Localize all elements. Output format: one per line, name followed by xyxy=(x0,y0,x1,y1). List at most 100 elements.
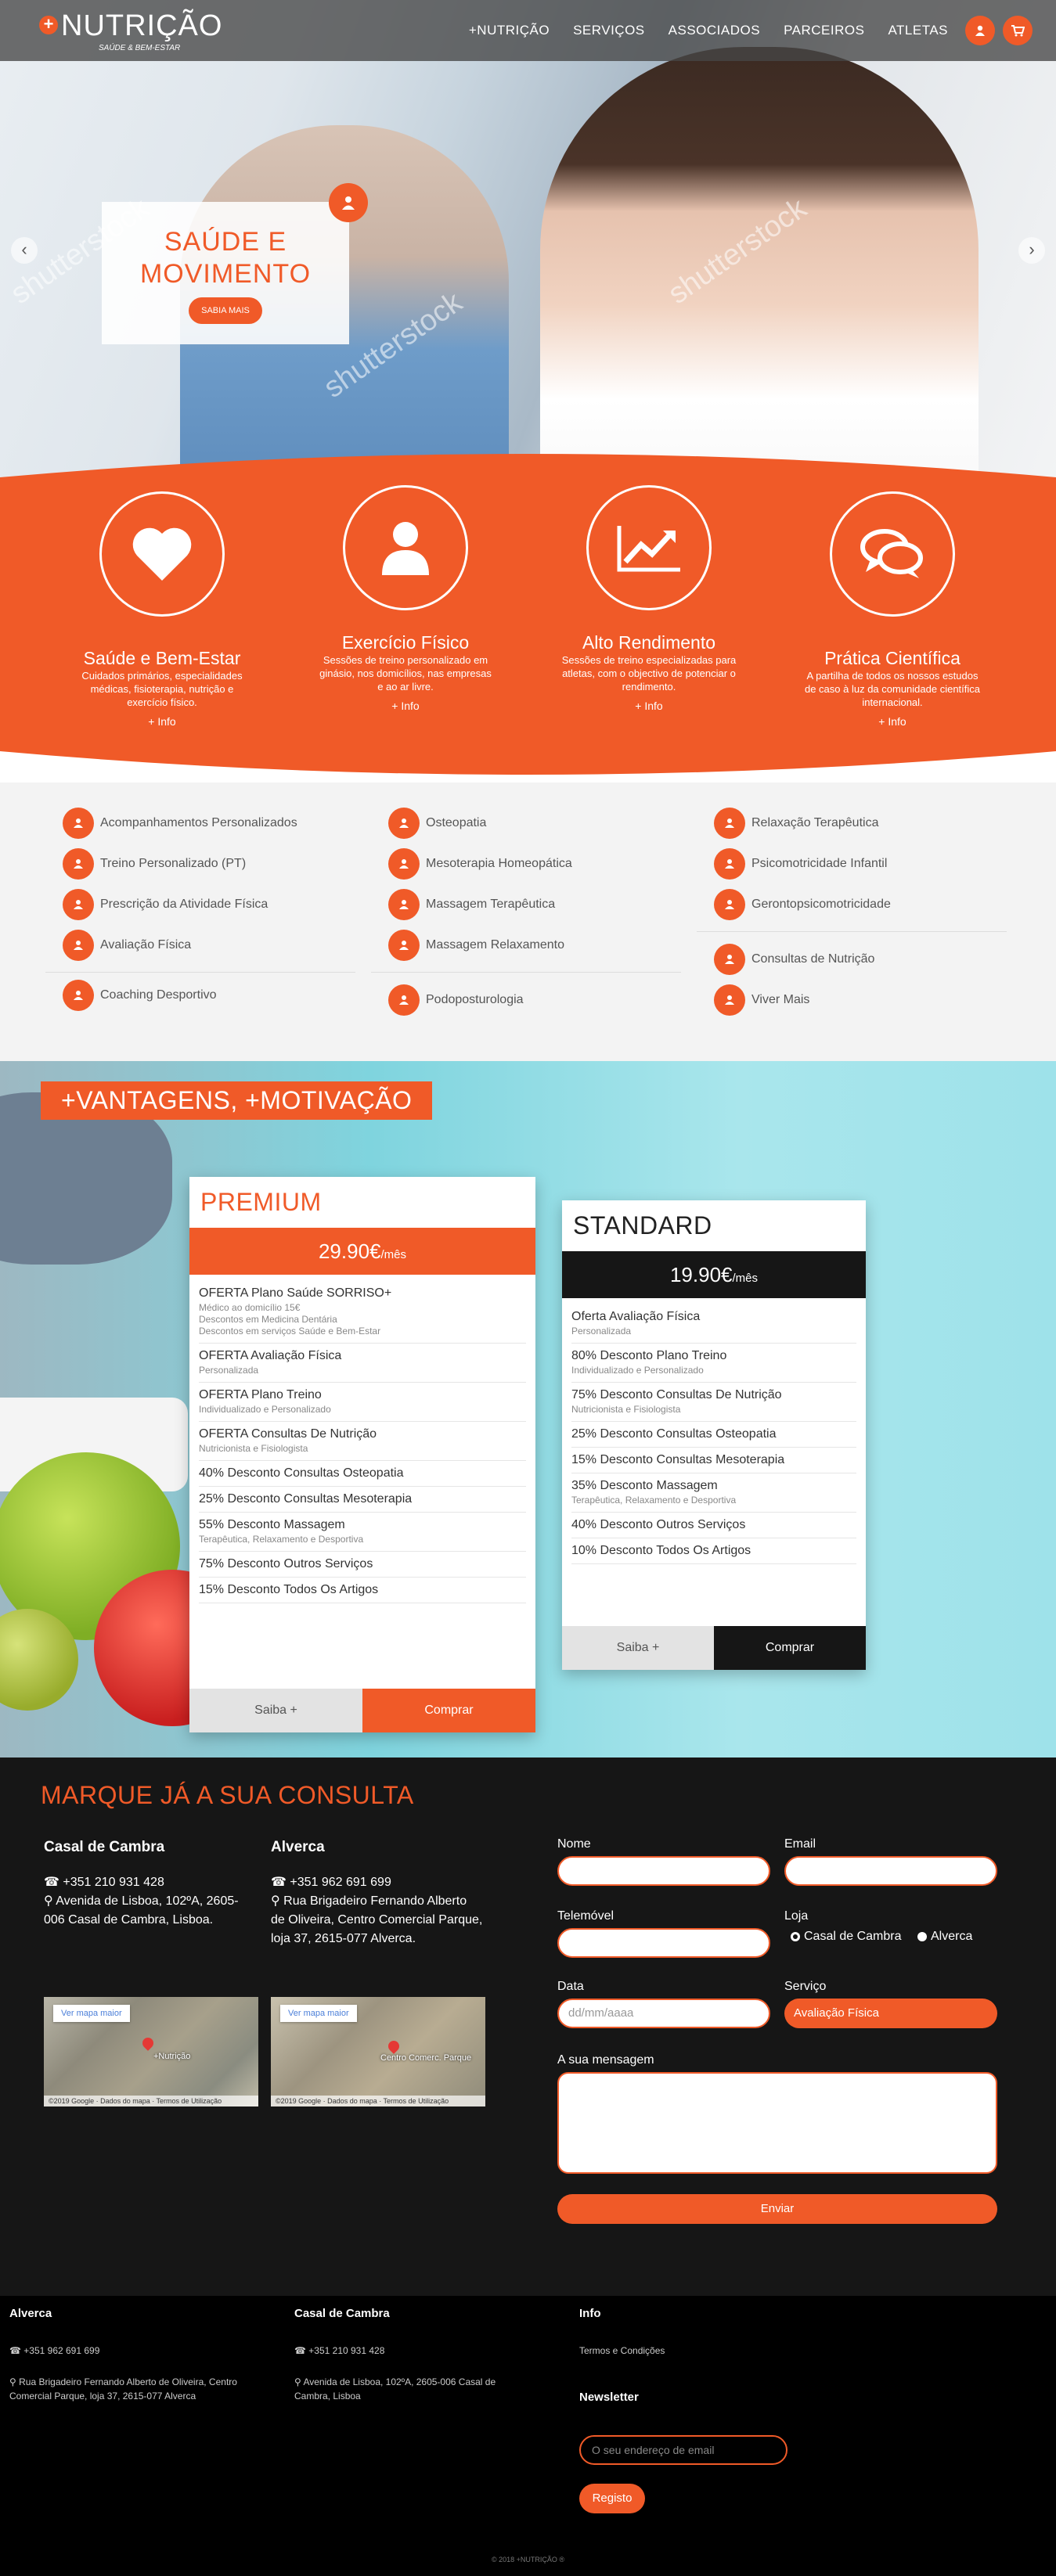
map-larger-button[interactable]: Ver mapa maior xyxy=(280,2005,357,2022)
service-item[interactable]: Massagem Relaxamento xyxy=(388,930,564,961)
slider-next-arrow[interactable]: › xyxy=(1018,237,1045,264)
nav-servicos[interactable]: SERVIÇOS xyxy=(573,23,645,38)
shop-phone: ☎ +351 962 691 699 xyxy=(271,1873,484,1892)
service-item[interactable]: Osteopatia xyxy=(388,808,486,839)
cart-icon[interactable] xyxy=(1003,16,1033,45)
service-item[interactable]: Viver Mais xyxy=(714,984,809,1016)
map-alverca[interactable]: Ver mapa maior Centro Comerc. Parque ©20… xyxy=(271,1997,485,2106)
footer-col-title: Casal de Cambra xyxy=(294,2307,390,2320)
loja-radio-alverca[interactable]: Alverca xyxy=(917,1930,972,1944)
footer-phone: ☎ +351 962 691 699 xyxy=(9,2344,276,2358)
benefit-title: Oferta Avaliação Física xyxy=(571,1310,701,1323)
mensagem-label: A sua mensagem xyxy=(557,2053,654,2067)
user-icon xyxy=(388,930,420,961)
benefit-row: 80% Desconto Plano Treino Individualizado… xyxy=(571,1344,856,1383)
pin-icon: ⚲ xyxy=(271,1894,284,1908)
hero-more-button[interactable]: SABIA MAIS xyxy=(189,297,262,324)
phone-value: +351 962 691 699 xyxy=(23,2345,100,2356)
premium-more-button[interactable]: Saiba + xyxy=(189,1689,362,1732)
service-item[interactable]: Acompanhamentos Personalizados xyxy=(63,808,297,839)
divider xyxy=(371,972,681,973)
benefit-row: 35% Desconto Massagem Terapêutica, Relaxa… xyxy=(571,1473,856,1513)
feature-saude: Saúde e Bem-Estar Cuidados primários, es… xyxy=(52,491,272,728)
service-item[interactable]: Prescrição da Atividade Física xyxy=(63,889,268,920)
shop-name: Alverca xyxy=(271,1839,325,1855)
nav-associados[interactable]: ASSOCIADOS xyxy=(669,23,760,38)
phone-icon: ☎ xyxy=(294,2345,309,2356)
user-icon[interactable] xyxy=(965,16,995,45)
nome-input[interactable] xyxy=(557,1856,770,1886)
phone-value: +351 210 931 428 xyxy=(308,2345,385,2356)
nav-parceiros[interactable]: PARCEIROS xyxy=(784,23,864,38)
servico-label: Serviço xyxy=(784,1980,827,1993)
premium-name: PREMIUM xyxy=(200,1188,322,1216)
benefit-title: 15% Desconto Todos Os Artigos xyxy=(199,1583,379,1596)
service-item[interactable]: Psicomotricidade Infantil xyxy=(714,848,887,880)
logo-tagline: SAÚDE & BEM-ESTAR xyxy=(99,44,181,52)
benefit-title: OFERTA Consultas De Nutrição xyxy=(199,1427,377,1441)
enviar-button[interactable]: Enviar xyxy=(557,2194,997,2224)
service-item[interactable]: Gerontopsicomotricidade xyxy=(714,889,891,920)
nav-atletas[interactable]: ATLETAS xyxy=(888,23,948,38)
service-label: Osteopatia xyxy=(426,816,487,829)
terms-link[interactable]: Termos e Condições xyxy=(579,2344,845,2358)
benefit-title: 15% Desconto Consultas Mesoterapia xyxy=(571,1453,785,1466)
service-item[interactable]: Treino Personalizado (PT) xyxy=(63,848,246,880)
benefit-title: OFERTA Plano Saúde SORRISO+ xyxy=(199,1286,392,1300)
benefit-title: 75% Desconto Consultas De Nutrição xyxy=(571,1388,782,1401)
service-label: Psicomotricidade Infantil xyxy=(751,857,888,870)
feature-info-link[interactable]: + Info xyxy=(52,715,272,728)
servico-select[interactable]: Avaliação Física xyxy=(784,1999,997,2028)
service-item[interactable]: Massagem Terapêutica xyxy=(388,889,555,920)
person-icon[interactable] xyxy=(343,485,468,610)
chart-icon[interactable] xyxy=(586,485,712,610)
benefit-detail: Nutricionista e Fisiologista xyxy=(571,1404,681,1415)
slider-prev-arrow[interactable]: ‹ xyxy=(11,237,38,264)
telemovel-label: Telemóvel xyxy=(557,1909,614,1923)
feature-info-link[interactable]: + Info xyxy=(296,700,515,712)
service-item[interactable]: Consultas de Nutrição xyxy=(714,944,874,975)
phone-icon: ☎ xyxy=(271,1876,290,1889)
standard-name: STANDARD xyxy=(573,1211,712,1239)
pin-icon: ⚲ xyxy=(44,1894,56,1908)
newsletter-register-button[interactable]: Registo xyxy=(579,2484,645,2513)
service-item[interactable]: Coaching Desportivo xyxy=(63,980,217,1011)
main-nav: +NUTRIÇÃO SERVIÇOS ASSOCIADOS PARCEIROS … xyxy=(445,0,1033,61)
service-item[interactable]: Relaxação Terapêutica xyxy=(714,808,878,839)
newsletter-email-input[interactable]: O seu endereço de email xyxy=(579,2435,787,2465)
heart-icon[interactable] xyxy=(99,491,225,617)
mensagem-textarea[interactable] xyxy=(557,2072,997,2174)
footer-phone: ☎ +351 210 931 428 xyxy=(294,2344,560,2358)
benefit-row: 75% Desconto Consultas De Nutrição Nutric… xyxy=(571,1383,856,1422)
premium-buy-button[interactable]: Comprar xyxy=(362,1689,535,1732)
service-item[interactable]: Avaliação Física xyxy=(63,930,191,961)
telemovel-input[interactable] xyxy=(557,1928,770,1958)
benefit-detail: Personalizada xyxy=(199,1365,259,1376)
service-label: Coaching Desportivo xyxy=(100,988,217,1002)
feature-title: Exercício Físico xyxy=(341,632,470,653)
chat-icon[interactable] xyxy=(830,491,955,617)
benefit-row: 15% Desconto Consultas Mesoterapia xyxy=(571,1448,856,1473)
nav-nutricao[interactable]: +NUTRIÇÃO xyxy=(469,23,550,38)
feature-title: Prática Científica xyxy=(824,648,960,668)
user-icon xyxy=(714,848,745,880)
feature-info-link[interactable]: + Info xyxy=(539,700,759,712)
feature-info-link[interactable]: + Info xyxy=(783,715,1002,728)
data-input[interactable]: dd/mm/aaaa xyxy=(557,1999,770,2028)
footer-col-info: Info Termos e Condições Newsletter xyxy=(579,2307,845,2404)
benefit-title: 10% Desconto Todos Os Artigos xyxy=(571,1544,751,1557)
service-item[interactable]: Podoposturologia xyxy=(388,984,524,1016)
service-item[interactable]: Mesoterapia Homeopática xyxy=(388,848,572,880)
hero-person-doctor xyxy=(540,47,979,501)
benefit-row: OFERTA Plano Treino Individualizado e Per… xyxy=(199,1383,526,1422)
logo[interactable]: + NUTRIÇÃO SAÚDE & BEM-ESTAR xyxy=(39,11,222,52)
premium-benefits: OFERTA Plano Saúde SORRISO+ Médico ao dom… xyxy=(189,1275,535,1603)
map-larger-button[interactable]: Ver mapa maior xyxy=(53,2005,130,2022)
standard-buy-button[interactable]: Comprar xyxy=(714,1626,866,1670)
benefit-title: 55% Desconto Massagem xyxy=(199,1518,345,1531)
email-input[interactable] xyxy=(784,1856,997,1886)
email-label: Email xyxy=(784,1837,816,1851)
loja-radio-casal[interactable]: Casal de Cambra xyxy=(791,1930,902,1944)
standard-more-button[interactable]: Saiba + xyxy=(562,1626,714,1670)
map-casal[interactable]: Ver mapa maior +Nutrição ©2019 Google · … xyxy=(44,1997,258,2106)
